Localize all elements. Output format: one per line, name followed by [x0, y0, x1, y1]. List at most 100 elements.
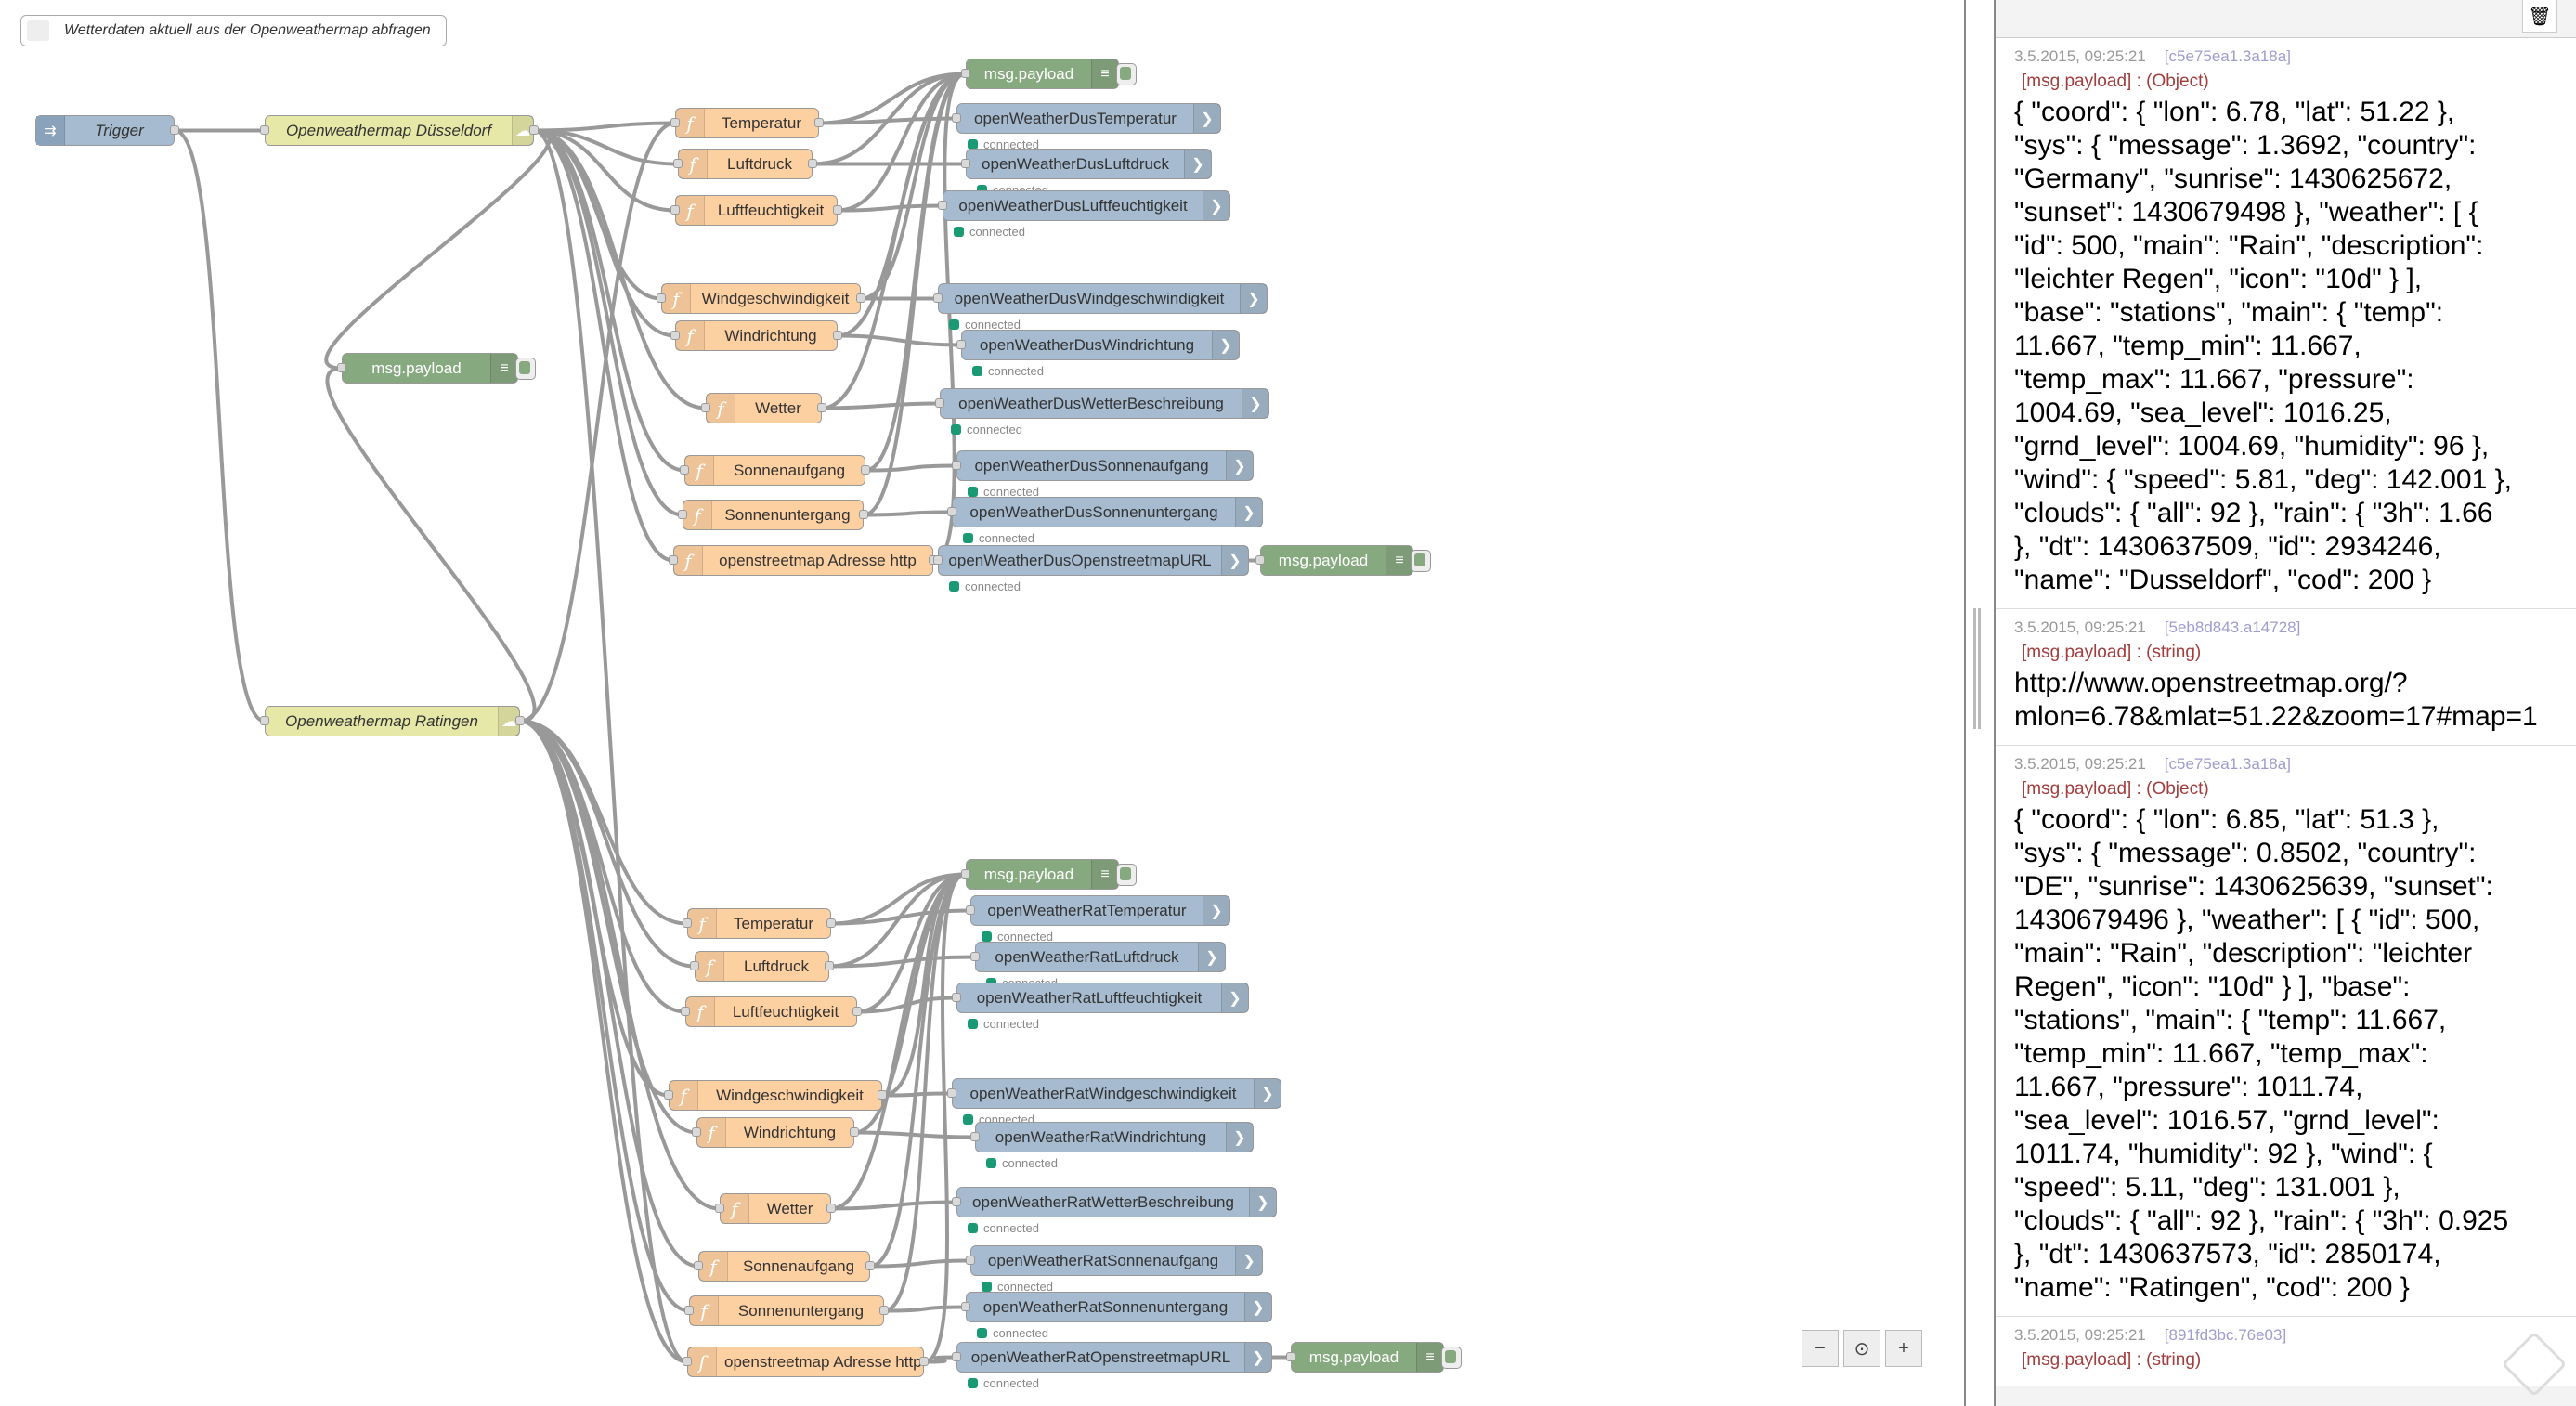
mqtt-node-rat-6[interactable]: openWeatherRatSonnenaufgang ❯	[966, 1245, 1263, 1276]
mqtt-node-dus-7[interactable]: openWeatherDusSonnenuntergang ❯	[947, 497, 1263, 527]
input-port[interactable]	[952, 113, 961, 123]
output-port[interactable]	[826, 918, 836, 928]
input-port[interactable]	[938, 201, 947, 210]
output-port[interactable]	[825, 961, 834, 970]
input-port[interactable]	[670, 205, 680, 215]
function-node-rat-4[interactable]: f Windrichtung	[692, 1117, 859, 1148]
debug-message[interactable]: 3.5.2015, 09:25:21 [891fd3bc.76e03] [msg.p…	[1996, 1317, 2576, 1386]
input-port[interactable]	[952, 1197, 961, 1206]
input-port[interactable]	[966, 905, 975, 915]
input-port[interactable]	[966, 1256, 975, 1265]
trigger-node[interactable]: ⇉ Trigger	[35, 115, 179, 146]
input-port[interactable]	[961, 159, 970, 168]
input-port[interactable]	[961, 69, 970, 78]
mqtt-node-dus-5[interactable]: openWeatherDusWetterBeschreibung ❯	[935, 388, 1269, 419]
function-node-rat-5[interactable]: f Wetter	[715, 1193, 836, 1224]
input-port[interactable]	[680, 465, 689, 475]
input-port[interactable]	[1286, 1352, 1295, 1361]
input-port[interactable]	[681, 1007, 690, 1016]
wire[interactable]	[863, 510, 953, 517]
output-port[interactable]	[861, 465, 870, 475]
mqtt-node-dus-8[interactable]: openWeatherDusOpenstreetmapURL ❯	[933, 545, 1249, 576]
input-port[interactable]	[715, 1204, 724, 1213]
mqtt-node-rat-2[interactable]: openWeatherRatLuftfeuchtigkeit ❯	[952, 983, 1249, 1013]
output-port[interactable]	[826, 1204, 836, 1213]
output-port[interactable]	[833, 331, 842, 340]
input-port[interactable]	[970, 952, 980, 961]
mqtt-node-dus-4[interactable]: openWeatherDusWindrichtung ❯	[956, 330, 1240, 360]
wire[interactable]	[821, 401, 941, 410]
debug-node-dus-top[interactable]: msg.payload ≡	[961, 59, 1137, 89]
sidebar-separator[interactable]	[1964, 0, 1994, 1406]
function-node-rat-8[interactable]: f openstreetmap Adresse http	[683, 1347, 929, 1377]
wire[interactable]	[865, 463, 957, 473]
mqtt-node-rat-1[interactable]: openWeatherRatLuftdruck ❯	[970, 942, 1226, 972]
function-node-dus-2[interactable]: f Luftfeuchtigkeit	[670, 195, 842, 226]
debug-toggle-button[interactable]	[515, 358, 536, 380]
input-port[interactable]	[260, 716, 269, 725]
input-port[interactable]	[690, 961, 699, 970]
debug-message-node-id[interactable]: [891fd3bc.76e03]	[2165, 1326, 2286, 1344]
wire[interactable]	[533, 128, 674, 563]
input-port[interactable]	[673, 159, 683, 168]
mqtt-node-dus-3[interactable]: openWeatherDusWindgeschwindigkeit ❯	[933, 283, 1268, 314]
debug-toggle-button[interactable]	[1116, 864, 1137, 886]
debug-message-node-id[interactable]: [5eb8d843.a14728]	[2165, 618, 2301, 636]
weather-node-duesseldorf[interactable]: Openweathermap Düsseldorf ☁	[260, 115, 539, 146]
function-node-rat-1[interactable]: f Luftdruck	[690, 951, 834, 982]
comment-node[interactable]: Wetterdaten aktuell aus der Openweatherm…	[20, 15, 447, 46]
input-port[interactable]	[701, 403, 710, 412]
mqtt-node-rat-7[interactable]: openWeatherRatSonnenuntergang ❯	[961, 1292, 1272, 1322]
function-node-dus-3[interactable]: f Windgeschwindigkeit	[657, 283, 865, 314]
mqtt-node-dus-2[interactable]: openWeatherDusLuftfeuchtigkeit ❯	[938, 190, 1230, 221]
debug-toggle-button[interactable]	[1116, 63, 1137, 85]
input-port[interactable]	[970, 1132, 980, 1141]
function-node-rat-0[interactable]: f Temperatur	[683, 908, 836, 939]
debug-node-rat-url[interactable]: msg.payload ≡	[1286, 1342, 1462, 1373]
input-port[interactable]	[952, 461, 961, 470]
function-node-rat-2[interactable]: f Luftfeuchtigkeit	[681, 996, 862, 1027]
debug-node-dus-url[interactable]: msg.payload ≡	[1255, 545, 1431, 576]
debug-toggle-button[interactable]	[1411, 550, 1431, 572]
wire[interactable]	[519, 719, 690, 1313]
input-port[interactable]	[935, 398, 944, 408]
flow-canvas[interactable]: Wetterdaten aktuell aus der Openweatherm…	[0, 0, 1964, 1406]
mqtt-node-rat-0[interactable]: openWeatherRatTemperatur ❯	[966, 895, 1230, 926]
input-port[interactable]	[933, 555, 943, 565]
weather-node-ratingen[interactable]: Openweathermap Ratingen ☁	[260, 706, 525, 736]
input-port[interactable]	[670, 331, 680, 340]
debug-node-middle[interactable]: msg.payload ≡	[337, 353, 536, 384]
input-port[interactable]	[956, 340, 966, 349]
mqtt-node-rat-8[interactable]: openWeatherRatOpenstreetmapURL ❯	[952, 1342, 1272, 1373]
wire[interactable]	[830, 1200, 957, 1211]
resize-grip[interactable]	[1973, 608, 1981, 729]
function-node-dus-6[interactable]: f Sonnenaufgang	[680, 455, 870, 486]
debug-toggle-button[interactable]	[1441, 1347, 1462, 1369]
mqtt-node-rat-3[interactable]: openWeatherRatWindgeschwindigkeit ❯	[947, 1078, 1281, 1109]
input-port[interactable]	[669, 555, 678, 565]
wire[interactable]	[837, 333, 962, 347]
input-port[interactable]	[657, 293, 666, 303]
output-port[interactable]	[515, 716, 525, 725]
output-port[interactable]	[833, 205, 842, 215]
wire[interactable]	[324, 128, 552, 371]
output-port[interactable]	[859, 510, 868, 519]
input-port[interactable]	[947, 1088, 956, 1098]
function-node-rat-7[interactable]: f Sonnenuntergang	[684, 1295, 889, 1326]
clear-debug-button[interactable]: 🗑	[2522, 0, 2557, 33]
output-port[interactable]	[850, 1127, 859, 1137]
input-port[interactable]	[692, 1127, 701, 1137]
input-port[interactable]	[683, 918, 692, 928]
input-port[interactable]	[678, 510, 687, 519]
input-port[interactable]	[683, 1357, 692, 1366]
function-node-dus-5[interactable]: f Wetter	[701, 393, 826, 423]
mqtt-node-rat-5[interactable]: openWeatherRatWetterBeschreibung ❯	[952, 1187, 1277, 1217]
debug-message-node-id[interactable]: [c5e75ea1.3a18a]	[2165, 755, 2291, 773]
debug-message[interactable]: 3.5.2015, 09:25:21 [5eb8d843.a14728] [msg.…	[1996, 609, 2576, 746]
mqtt-node-dus-6[interactable]: openWeatherDusSonnenaufgang ❯	[952, 450, 1254, 481]
output-port[interactable]	[856, 293, 865, 303]
input-port[interactable]	[670, 118, 680, 127]
input-port[interactable]	[1255, 555, 1265, 565]
zoom-out-button[interactable]: −	[1802, 1330, 1839, 1367]
wire[interactable]	[519, 719, 688, 1364]
